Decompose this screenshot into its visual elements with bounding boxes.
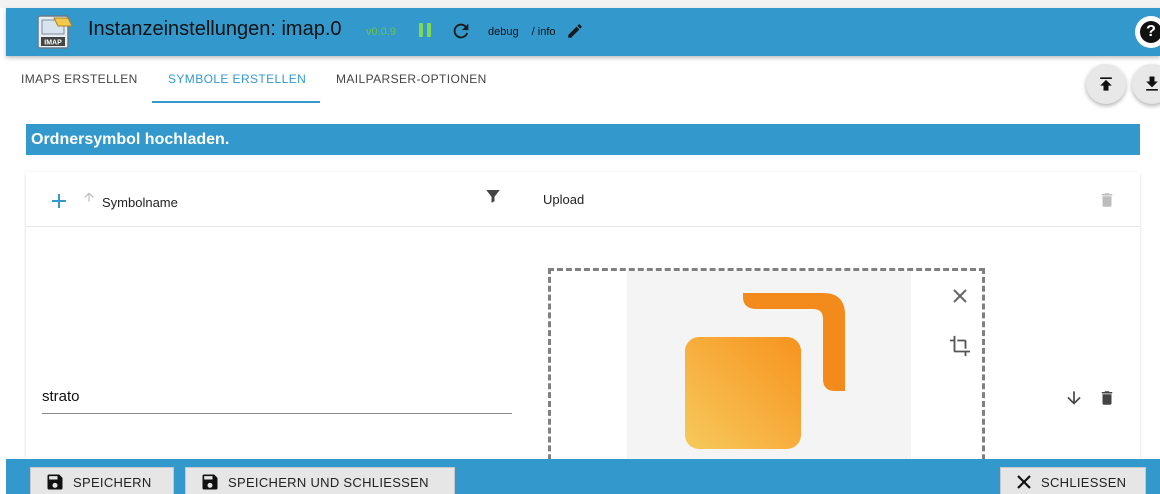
symbol-name-field[interactable] — [42, 386, 512, 405]
save-icon — [202, 474, 218, 490]
save-button-label: SPEICHERN — [73, 474, 152, 490]
imap-logo-icon: IMAP — [34, 12, 76, 54]
help-button[interactable]: ? — [1135, 16, 1160, 48]
close-icon — [1017, 475, 1031, 489]
symbols-table: Symbolname Upload — [26, 172, 1140, 478]
sort-icon[interactable] — [82, 190, 96, 204]
arrow-down-icon[interactable] — [1064, 388, 1084, 408]
save-and-close-label: SPEICHERN UND SCHLIESSEN — [228, 474, 429, 490]
delete-icon[interactable] — [1098, 388, 1116, 408]
pause-icon[interactable] — [418, 23, 432, 39]
upload-icon — [1100, 77, 1112, 91]
window-top-strip — [0, 0, 1160, 8]
save-icon — [47, 474, 63, 490]
upload-settings-button[interactable] — [1086, 64, 1126, 104]
log-level-value: / info — [531, 26, 556, 38]
log-level-label: debug — [488, 26, 519, 38]
edit-icon[interactable] — [566, 22, 584, 40]
close-button-label: SCHLIESSEN — [1041, 474, 1127, 490]
version-label: v0.0.9 — [366, 26, 396, 38]
save-and-close-button[interactable]: SPEICHERN UND SCHLIESSEN — [185, 467, 455, 494]
symbol-name-input[interactable] — [42, 386, 512, 414]
delete-icon[interactable] — [1098, 190, 1116, 210]
close-icon[interactable] — [951, 287, 969, 305]
tab-imaps-erstellen[interactable]: IMAPS ERSTELLEN — [21, 72, 138, 86]
section-header: Ordnersymbol hochladen. — [26, 124, 1140, 155]
upload-dropzone[interactable] — [548, 268, 985, 478]
add-icon[interactable] — [50, 192, 68, 210]
active-tab-indicator — [152, 101, 320, 103]
app-header: IMAP Instanzeinstellungen: imap.0 v0.0.9… — [6, 8, 1160, 56]
column-header-symbolname[interactable]: Symbolname — [102, 195, 178, 210]
log-level: debug / info — [488, 26, 556, 38]
bottom-action-bar: SPEICHERN SPEICHERN UND SCHLIESSEN SCHLI… — [6, 459, 1160, 494]
svg-text:IMAP: IMAP — [44, 40, 62, 47]
help-icon: ? — [1140, 21, 1160, 43]
tab-mailparser-optionen[interactable]: MAILPARSER-OPTIONEN — [336, 72, 487, 86]
download-icon — [1146, 76, 1158, 91]
tab-symbole-erstellen[interactable]: SYMBOLE ERSTELLEN — [168, 72, 306, 86]
save-button[interactable]: SPEICHERN — [30, 467, 174, 494]
reload-icon[interactable] — [450, 20, 472, 42]
table-header: Symbolname Upload — [26, 172, 1140, 227]
close-button[interactable]: SCHLIESSEN — [1000, 467, 1146, 494]
page-title: Instanzeinstellungen: imap.0 — [88, 18, 342, 40]
filter-icon[interactable] — [484, 187, 502, 205]
uploaded-image-preview — [627, 271, 911, 471]
column-header-upload: Upload — [543, 192, 585, 207]
crop-icon[interactable] — [949, 335, 971, 357]
download-settings-button[interactable] — [1132, 64, 1160, 104]
